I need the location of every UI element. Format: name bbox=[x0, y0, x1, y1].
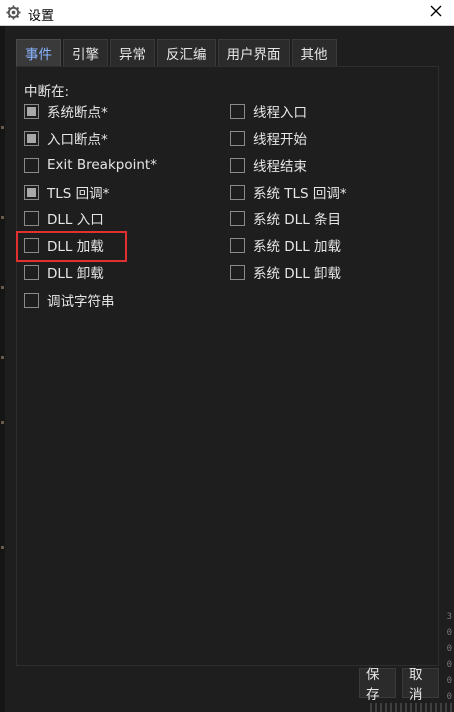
save-button[interactable]: 保存 bbox=[359, 667, 396, 703]
checkbox-box[interactable] bbox=[230, 103, 245, 119]
checkbox-label: 系统 DLL 条目 bbox=[253, 212, 342, 228]
checkbox-box[interactable] bbox=[230, 237, 245, 253]
checkbox-label: 线程开始 bbox=[253, 132, 307, 148]
checkbox-box[interactable] bbox=[24, 103, 39, 119]
settings-tabs: 事件 引擎 异常 反汇编 用户界面 其他 bbox=[16, 39, 339, 66]
checkbox-box[interactable] bbox=[230, 130, 245, 146]
checkbox-dll-load[interactable]: DLL 加载 bbox=[24, 235, 104, 255]
background-window-edge-right: 0 bbox=[446, 644, 452, 654]
checkbox-label: DLL 入口 bbox=[47, 212, 104, 228]
checkbox-label: 系统 DLL 卸载 bbox=[253, 266, 342, 282]
checkbox-label: 线程结束 bbox=[253, 159, 307, 175]
checkbox-thread-start[interactable]: 线程开始 bbox=[230, 128, 307, 148]
background-window-edge-right: 0 bbox=[446, 692, 452, 702]
checkbox-label: 入口断点* bbox=[47, 132, 108, 148]
section-label: 中断在: bbox=[24, 84, 70, 100]
tab-engine[interactable]: 引擎 bbox=[63, 39, 108, 66]
close-icon bbox=[430, 5, 442, 21]
checkbox-system-dll-unload[interactable]: 系统 DLL 卸载 bbox=[230, 262, 341, 282]
tab-user-interface[interactable]: 用户界面 bbox=[217, 39, 290, 66]
checkbox-label: 系统 TLS 回调* bbox=[253, 186, 347, 202]
checkbox-box[interactable] bbox=[230, 157, 245, 173]
background-window-edge bbox=[0, 26, 5, 712]
checkbox-label: 系统 DLL 加载 bbox=[253, 239, 342, 255]
checkbox-dll-entry[interactable]: DLL 入口 bbox=[24, 208, 104, 228]
checkbox-tls-callback[interactable]: TLS 回调* bbox=[24, 182, 109, 202]
checkbox-box[interactable] bbox=[24, 292, 39, 308]
background-window-edge-right: 0 bbox=[446, 676, 452, 686]
checkbox-thread-end[interactable]: 线程结束 bbox=[230, 155, 307, 175]
checkbox-box[interactable] bbox=[24, 264, 39, 280]
checkbox-label: Exit Breakpoint* bbox=[47, 157, 157, 173]
checkbox-system-tls-callback[interactable]: 系统 TLS 回调* bbox=[230, 182, 347, 202]
window-title: 设置 bbox=[28, 9, 55, 24]
title-bar: 设置 bbox=[0, 0, 454, 26]
checkbox-box[interactable] bbox=[24, 130, 39, 146]
checkbox-label: 调试字符串 bbox=[47, 294, 115, 310]
checkbox-dll-unload[interactable]: DLL 卸载 bbox=[24, 262, 104, 282]
checkbox-label: 系统断点* bbox=[47, 105, 108, 121]
checkbox-system-dll-load[interactable]: 系统 DLL 加载 bbox=[230, 235, 341, 255]
checkbox-box[interactable] bbox=[24, 237, 39, 253]
checkbox-label: DLL 卸载 bbox=[47, 266, 104, 282]
checkbox-box[interactable] bbox=[230, 210, 245, 226]
close-button[interactable] bbox=[418, 0, 454, 26]
background-window-edge-bottom bbox=[370, 703, 454, 712]
tab-disassembly[interactable]: 反汇编 bbox=[157, 39, 216, 66]
background-window-edge-right: 0 bbox=[446, 628, 452, 638]
checkbox-label: 线程入口 bbox=[253, 105, 307, 121]
checkbox-thread-entry[interactable]: 线程入口 bbox=[230, 101, 307, 121]
checkbox-box[interactable] bbox=[24, 210, 39, 226]
tab-events[interactable]: 事件 bbox=[16, 39, 61, 66]
background-window-edge-right: 3 bbox=[446, 612, 452, 622]
tab-exceptions[interactable]: 异常 bbox=[110, 39, 155, 66]
checkbox-system-breakpoint[interactable]: 系统断点* bbox=[24, 101, 108, 121]
checkbox-box[interactable] bbox=[230, 264, 245, 280]
checkbox-debug-string[interactable]: 调试字符串 bbox=[24, 290, 115, 310]
cancel-button[interactable]: 取消 bbox=[402, 667, 439, 703]
checkbox-box[interactable] bbox=[24, 157, 39, 173]
checkbox-exit-breakpoint[interactable]: Exit Breakpoint* bbox=[24, 155, 157, 175]
tab-misc[interactable]: 其他 bbox=[291, 39, 337, 66]
checkbox-entry-breakpoint[interactable]: 入口断点* bbox=[24, 128, 108, 148]
checkbox-box[interactable] bbox=[24, 184, 39, 200]
checkbox-system-dll-entry[interactable]: 系统 DLL 条目 bbox=[230, 208, 341, 228]
background-window-edge-right: 0 bbox=[446, 660, 452, 670]
gear-icon bbox=[6, 5, 21, 20]
checkbox-label: DLL 加载 bbox=[47, 239, 104, 255]
checkbox-label: TLS 回调* bbox=[47, 186, 110, 202]
checkbox-box[interactable] bbox=[230, 184, 245, 200]
